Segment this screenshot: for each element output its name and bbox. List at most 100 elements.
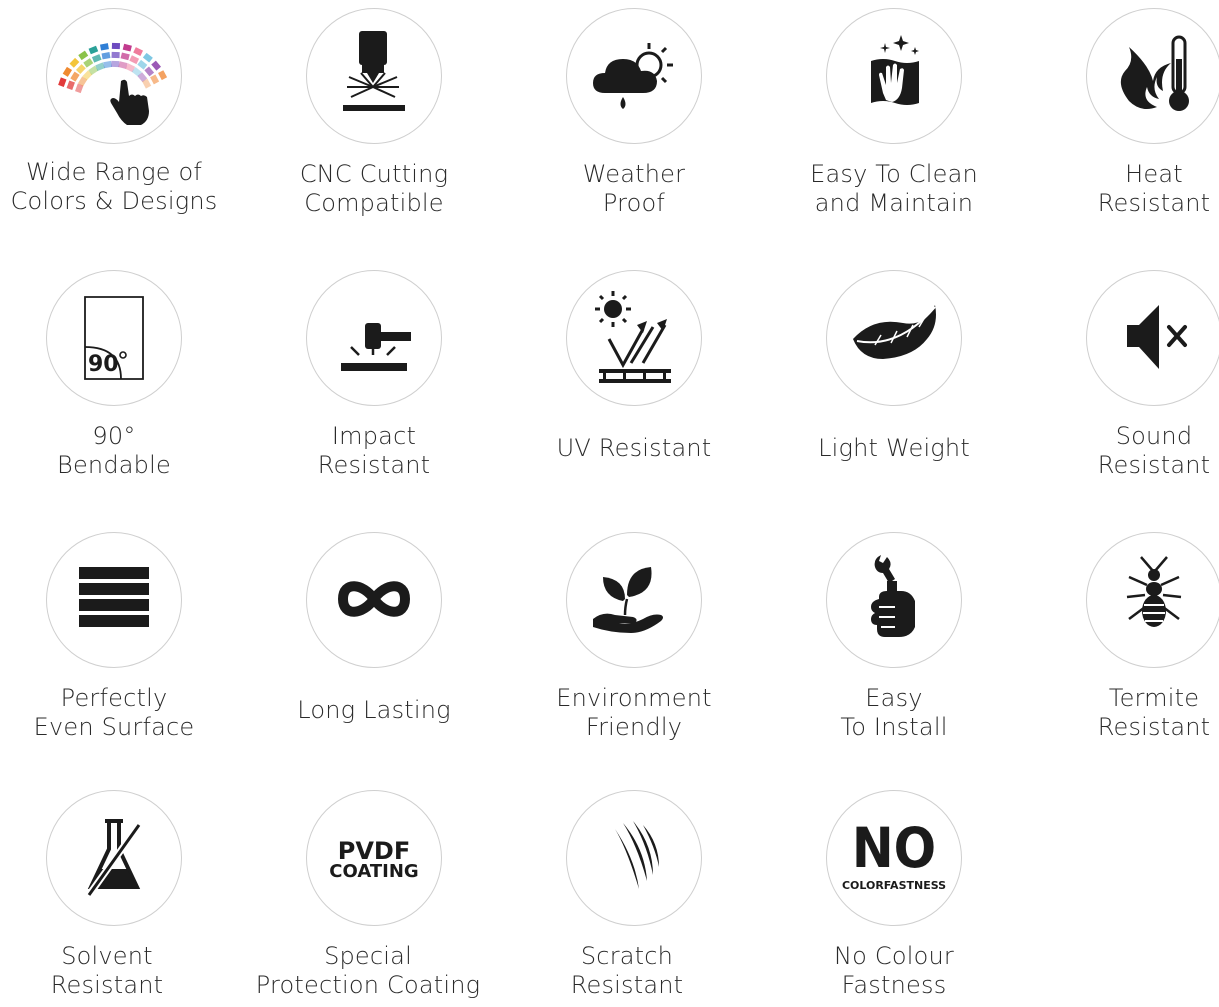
feature-label: Wide Range of Colors & Designs — [11, 158, 218, 216]
feature-label-line: Resistant — [1097, 451, 1211, 479]
feature-item: Solvent Resistant — [0, 790, 244, 1000]
feature-label-line: Perfectly — [60, 684, 168, 712]
feature-icon-circle: NO COLORFASTNESS — [826, 790, 962, 926]
feature-label-line: Resistant — [1097, 189, 1211, 217]
feature-icon-circle — [46, 790, 182, 926]
no-colorfastness-icon: NO COLORFASTNESS — [842, 817, 946, 892]
feature-icon-circle: 90 — [46, 270, 182, 406]
bend-90-text: 90 — [88, 352, 119, 377]
weather-icon — [593, 43, 673, 109]
feature-label-line: Easy To Clean — [810, 160, 978, 188]
feature-label: Light Weight — [818, 434, 970, 463]
feature-icon-circle — [566, 532, 702, 668]
pvdf-coating-icon: PVDF COATING — [329, 837, 418, 882]
feature-label-line: Solvent — [61, 942, 153, 970]
feature-icon-circle — [46, 8, 182, 144]
feature-icon-circle — [306, 532, 442, 668]
feature-label: Sound Resistant — [1098, 422, 1211, 480]
feature-label: Easy To Install — [840, 684, 947, 742]
feature-label-line: Easy — [865, 684, 923, 712]
flask-icon — [86, 819, 142, 898]
coating-text: COATING — [329, 861, 418, 882]
feature-label-line: Resistant — [570, 971, 684, 999]
feature-label-line: Resistant — [1097, 713, 1211, 741]
feature-label-line: Protection Coating — [255, 971, 481, 999]
feature-item: Wide Range of Colors & Designs — [0, 8, 244, 218]
feature-item: Perfectly Even Surface — [0, 532, 244, 742]
cleaning-hand-icon — [871, 35, 919, 105]
bend-90-icon: 90 — [84, 296, 144, 380]
heat-thermometer-icon — [1120, 35, 1189, 111]
feature-item: NO COLORFASTNESS No Colour Fastness — [764, 790, 1024, 1000]
termite-icon — [1126, 556, 1182, 627]
feature-item: Scratch Resistant — [504, 790, 764, 1000]
feature-label-line: No Colour — [834, 942, 954, 970]
feature-label-line: Long Lasting — [297, 696, 451, 724]
feature-icon-circle — [826, 532, 962, 668]
feature-icon-circle — [826, 270, 962, 406]
feature-item: UV Resistant — [504, 270, 764, 462]
feature-label-line: Environment — [556, 684, 712, 712]
feature-label-line: Impact — [331, 422, 417, 450]
feature-item: Weather Proof — [504, 8, 764, 218]
feature-icon-circle — [566, 8, 702, 144]
feature-label: Special Protection Coating — [256, 942, 481, 1000]
feature-icon-circle — [46, 532, 182, 668]
feature-label-line: UV Resistant — [556, 434, 712, 462]
feature-label: 90° Bendable — [57, 422, 171, 480]
feature-label-line: Resistant — [50, 971, 164, 999]
feature-icon-circle — [1086, 532, 1219, 668]
feature-label-line: Sound — [1115, 422, 1193, 450]
feature-label-line: Wide Range of — [25, 158, 203, 186]
feature-label: UV Resistant — [557, 434, 712, 463]
even-surface-icon — [79, 567, 149, 627]
feature-item: Termite Resistant — [1024, 532, 1219, 742]
feature-item: PVDF COATING Special Protection Coating — [244, 790, 504, 1000]
feature-icon-circle — [1086, 270, 1219, 406]
feature-label-line: Compatible — [304, 189, 444, 217]
feature-label-line: Bendable — [57, 451, 171, 479]
feature-icon-circle — [1086, 8, 1219, 144]
feature-label-line: Weather — [582, 160, 686, 188]
scratch-claw-icon — [615, 821, 659, 889]
feature-icon-circle — [306, 8, 442, 144]
feather-icon — [853, 305, 936, 359]
feature-item: Heat Resistant — [1024, 8, 1219, 218]
color-palette-icon — [58, 42, 168, 125]
feature-icon-circle — [306, 270, 442, 406]
wrench-hand-icon — [871, 555, 915, 637]
feature-label-line: Light Weight — [818, 434, 970, 462]
feature-item: Easy To Clean and Maintain — [764, 8, 1024, 218]
feature-label: Termite Resistant — [1098, 684, 1211, 742]
feature-item: 90 90° Bendable — [0, 270, 244, 480]
leaf-hand-icon — [593, 567, 663, 633]
feature-label-line: Special — [324, 942, 412, 970]
feature-label: Heat Resistant — [1098, 160, 1211, 218]
feature-label: Long Lasting — [297, 696, 451, 725]
feature-label: Weather Proof — [583, 160, 685, 218]
hammer-impact-icon — [341, 323, 411, 371]
feature-label-line: Proof — [602, 189, 666, 217]
feature-icon-circle — [566, 270, 702, 406]
feature-item: Light Weight — [764, 270, 1024, 462]
no-text: NO — [852, 817, 936, 881]
feature-label-line: CNC Cutting — [299, 160, 449, 188]
feature-item: Environment Friendly — [504, 532, 764, 742]
infinity-icon — [337, 581, 411, 617]
feature-label: Solvent Resistant — [51, 942, 164, 1000]
feature-label: Perfectly Even Surface — [34, 684, 195, 742]
feature-icon-circle — [566, 790, 702, 926]
cnc-cutting-icon — [343, 31, 405, 111]
feature-label-line: Resistant — [317, 451, 431, 479]
feature-item: Impact Resistant — [244, 270, 504, 480]
feature-label: Scratch Resistant — [571, 942, 684, 1000]
feature-item: Sound Resistant — [1024, 270, 1219, 480]
feature-item: Long Lasting — [244, 532, 504, 724]
uv-sun-icon — [595, 291, 671, 383]
feature-icon-circle — [826, 8, 962, 144]
feature-label-line: Even Surface — [33, 713, 195, 741]
feature-label: No Colour Fastness — [834, 942, 954, 1000]
feature-item: CNC Cutting Compatible — [244, 8, 504, 218]
feature-label-line: Scratch — [580, 942, 674, 970]
feature-label-line: Fastness — [841, 971, 947, 999]
